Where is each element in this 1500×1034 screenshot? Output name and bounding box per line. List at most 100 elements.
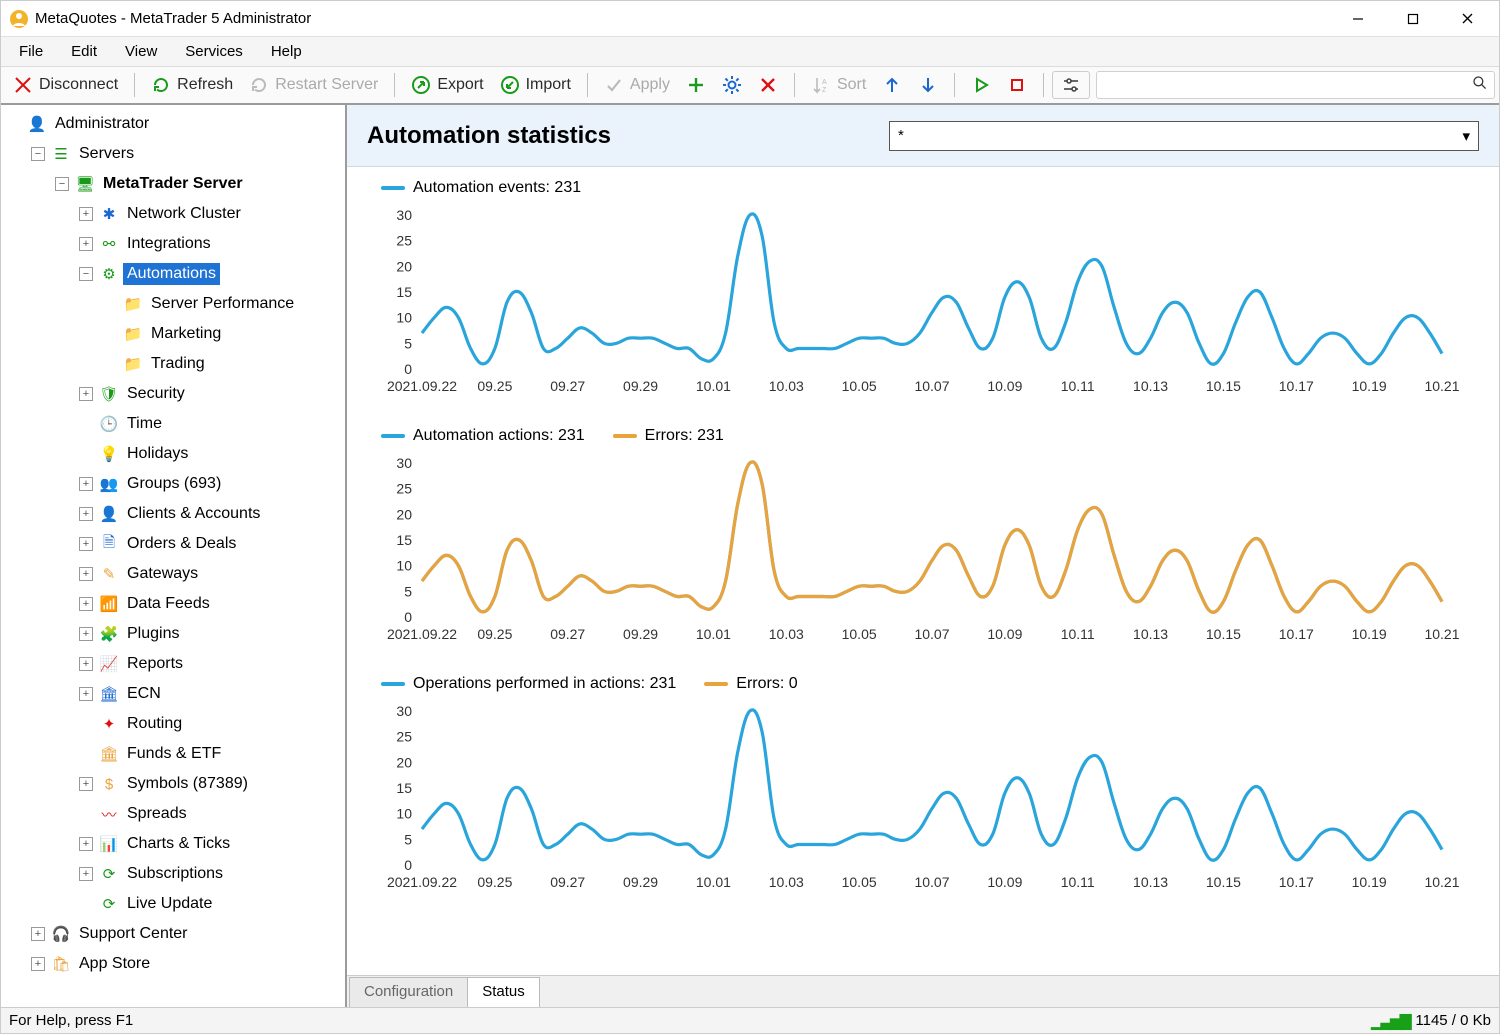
- tree-groups[interactable]: +👥Groups (693): [79, 469, 345, 499]
- svg-text:10.01: 10.01: [696, 874, 731, 890]
- stop-button[interactable]: [999, 71, 1035, 99]
- svg-text:09.25: 09.25: [477, 874, 512, 890]
- tree-ecn[interactable]: +🏛ECN: [79, 679, 345, 709]
- tree-subscriptions[interactable]: +⟳Subscriptions: [79, 859, 345, 889]
- maximize-button[interactable]: [1385, 1, 1440, 37]
- tree-support-center[interactable]: +🎧Support Center: [31, 919, 345, 949]
- spread-icon: 〰: [99, 804, 119, 825]
- legend-swatch: [381, 434, 405, 438]
- svg-text:10.15: 10.15: [1206, 626, 1241, 642]
- svg-text:30: 30: [396, 207, 412, 223]
- menu-file[interactable]: File: [5, 39, 57, 64]
- svg-text:0: 0: [404, 361, 412, 377]
- svg-text:09.27: 09.27: [550, 626, 585, 642]
- svg-text:10.09: 10.09: [987, 378, 1022, 394]
- orders-icon: 🗎: [99, 532, 119, 557]
- bank-icon: 🏛: [99, 685, 119, 703]
- legend-label: Automation actions: 231: [413, 427, 585, 445]
- svg-text:10.19: 10.19: [1352, 626, 1387, 642]
- tree-trading[interactable]: 📁Trading: [103, 349, 345, 379]
- filter-combo[interactable]: * ▾: [889, 121, 1479, 151]
- tree-time[interactable]: 🕒Time: [79, 409, 345, 439]
- toolbar-search[interactable]: [1096, 71, 1495, 99]
- tree-security[interactable]: +🛡Security: [79, 379, 345, 409]
- apply-button[interactable]: Apply: [596, 71, 678, 99]
- export-button[interactable]: Export: [403, 71, 491, 99]
- gear-icon: ⚙: [99, 265, 119, 283]
- delete-button[interactable]: [750, 71, 786, 99]
- svg-text:10.17: 10.17: [1279, 874, 1314, 890]
- main-panel: Automation statistics * ▾ Automation eve…: [347, 105, 1499, 1007]
- tree-plugins[interactable]: +🧩Plugins: [79, 619, 345, 649]
- refresh-button[interactable]: Refresh: [143, 71, 241, 99]
- svg-text:10.07: 10.07: [914, 378, 949, 394]
- legend-entry: Errors: 231: [613, 427, 724, 445]
- clients-icon: 👤: [99, 505, 119, 523]
- tree-live-update[interactable]: ⟳Live Update: [79, 889, 345, 919]
- menu-services[interactable]: Services: [171, 39, 257, 64]
- sync-icon: ⟳: [99, 895, 119, 913]
- run-button[interactable]: [963, 71, 999, 99]
- minimize-button[interactable]: [1330, 1, 1385, 37]
- tree-orders[interactable]: +🗎Orders & Deals: [79, 529, 345, 559]
- svg-text:30: 30: [396, 703, 412, 719]
- tree-server-performance[interactable]: 📁Server Performance: [103, 289, 345, 319]
- svg-text:0: 0: [404, 609, 412, 625]
- disconnect-icon: [13, 75, 33, 95]
- tree-routing[interactable]: ✦Routing: [79, 709, 345, 739]
- tree-funds-etf[interactable]: 🏛Funds & ETF: [79, 739, 345, 769]
- close-button[interactable]: [1440, 1, 1495, 37]
- folder-icon: 📁: [123, 355, 143, 373]
- tab-status[interactable]: Status: [467, 977, 540, 1007]
- menu-view[interactable]: View: [111, 39, 171, 64]
- tree-charts-ticks[interactable]: +📊Charts & Ticks: [79, 829, 345, 859]
- status-help-text: For Help, press F1: [9, 1012, 133, 1029]
- tree-integrations[interactable]: +⚯Integrations: [79, 229, 345, 259]
- toolbar: Disconnect Refresh Restart Server Export…: [1, 67, 1499, 105]
- svg-text:5: 5: [404, 831, 412, 847]
- chart-canvas: 0510152025302021.09.2209.2509.2709.2910.…: [367, 693, 1467, 893]
- tree-reports[interactable]: +📈Reports: [79, 649, 345, 679]
- svg-text:10.05: 10.05: [842, 626, 877, 642]
- tree-data-feeds[interactable]: +📶Data Feeds: [79, 589, 345, 619]
- tree-holidays[interactable]: 💡Holidays: [79, 439, 345, 469]
- link-icon: ⚯: [99, 235, 119, 253]
- tree-servers[interactable]: −☰Servers: [31, 139, 345, 169]
- disconnect-button[interactable]: Disconnect: [5, 71, 126, 99]
- tree-app-store[interactable]: +🛍App Store: [31, 949, 345, 979]
- menu-edit[interactable]: Edit: [57, 39, 111, 64]
- tree-administrator[interactable]: 👤Administrator: [7, 109, 345, 139]
- tree-symbols[interactable]: +$Symbols (87389): [79, 769, 345, 799]
- sliders-icon: [1061, 75, 1081, 95]
- server-icon: 🖥: [75, 175, 95, 193]
- settings-button[interactable]: [714, 71, 750, 99]
- import-button[interactable]: Import: [492, 71, 579, 99]
- sort-button[interactable]: AZ Sort: [803, 71, 874, 99]
- plus-icon: [686, 75, 706, 95]
- menu-help[interactable]: Help: [257, 39, 316, 64]
- filter-options-button[interactable]: [1052, 71, 1090, 99]
- navigation-tree[interactable]: 👤Administrator −☰Servers −🖥MetaTrader Se…: [1, 105, 347, 1007]
- toolbar-search-input[interactable]: [1103, 76, 1472, 95]
- tree-network-cluster[interactable]: +✱Network Cluster: [79, 199, 345, 229]
- status-network: 1145 / 0 Kb: [1415, 1012, 1491, 1029]
- add-button[interactable]: [678, 71, 714, 99]
- tree-clients[interactable]: +👤Clients & Accounts: [79, 499, 345, 529]
- svg-text:10.15: 10.15: [1206, 378, 1241, 394]
- legend-entry: Automation events: 231: [381, 179, 581, 197]
- svg-text:10.11: 10.11: [1061, 626, 1095, 642]
- restart-server-button[interactable]: Restart Server: [241, 71, 386, 99]
- move-up-button[interactable]: [874, 71, 910, 99]
- tree-metatrader-server[interactable]: −🖥MetaTrader Server: [55, 169, 345, 199]
- tab-configuration[interactable]: Configuration: [349, 977, 468, 1007]
- move-down-button[interactable]: [910, 71, 946, 99]
- tree-gateways[interactable]: +✎Gateways: [79, 559, 345, 589]
- arrow-down-icon: [918, 75, 938, 95]
- svg-text:10: 10: [396, 558, 412, 574]
- svg-text:10.03: 10.03: [769, 874, 804, 890]
- bulb-icon: 💡: [99, 445, 119, 463]
- export-icon: [411, 75, 431, 95]
- tree-marketing[interactable]: 📁Marketing: [103, 319, 345, 349]
- tree-automations[interactable]: −⚙Automations: [79, 259, 345, 289]
- tree-spreads[interactable]: 〰Spreads: [79, 799, 345, 829]
